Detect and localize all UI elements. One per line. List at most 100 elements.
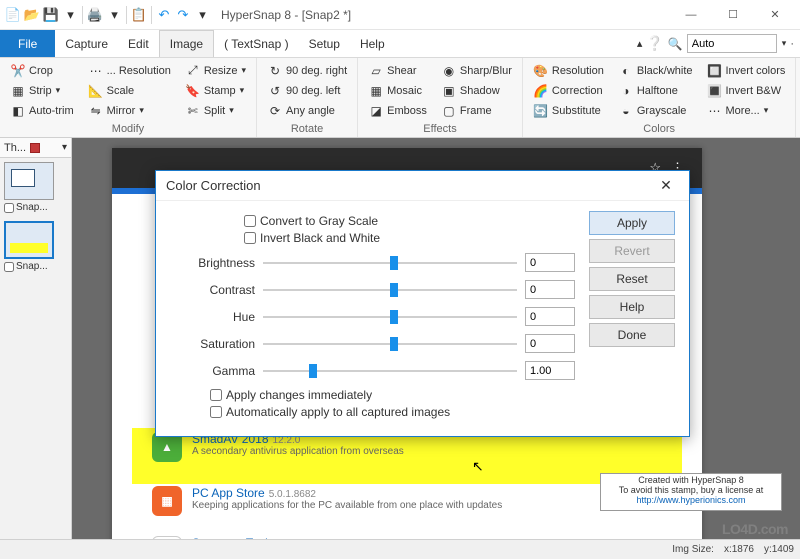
thumbnail-item[interactable]: Snap... — [4, 221, 67, 272]
close-button[interactable]: ✕ — [754, 1, 796, 29]
menu-edit[interactable]: Edit — [118, 30, 159, 57]
rotate-left-button[interactable]: ↺90 deg. left — [263, 81, 351, 100]
copy-icon[interactable]: 📋 — [130, 6, 148, 24]
minimize-button[interactable]: — — [670, 1, 712, 29]
crop-icon: ✂️ — [10, 63, 26, 79]
thumbnail-item[interactable]: Snap... — [4, 162, 67, 213]
hue-slider[interactable] — [263, 308, 517, 326]
new-icon[interactable]: 📄 — [4, 6, 22, 24]
menu-file[interactable]: File — [0, 30, 55, 57]
save-icon[interactable]: 💾 — [42, 6, 60, 24]
dialog-title: Color Correction — [166, 178, 261, 193]
stamp-button[interactable]: 🔖Stamp▾ — [181, 81, 250, 100]
contrast-slider[interactable] — [263, 281, 517, 299]
frame-icon: ▢ — [441, 103, 457, 119]
search-icon[interactable]: 🔍 — [668, 37, 683, 51]
shadow-button[interactable]: ▣Shadow — [437, 81, 516, 100]
invert-button[interactable]: 🔲Invert colors — [703, 61, 790, 80]
correction-button[interactable]: 🌈Correction — [529, 81, 608, 100]
done-button[interactable]: Done — [589, 323, 675, 347]
more-icon: ⋯ — [707, 103, 723, 119]
help-icon[interactable]: ❔ — [646, 35, 663, 52]
saturation-slider[interactable] — [263, 335, 517, 353]
apply-immediately-checkbox[interactable]: Apply changes immediately — [210, 388, 575, 402]
gamma-input[interactable] — [525, 361, 575, 380]
menu-image[interactable]: Image — [159, 30, 214, 57]
dialog-close-button[interactable]: ✕ — [653, 177, 679, 194]
frame-button[interactable]: ▢Frame — [437, 101, 516, 120]
shear-icon: ▱ — [368, 63, 384, 79]
search-input[interactable] — [687, 34, 777, 53]
brightness-input[interactable] — [525, 253, 575, 272]
strip-icon: ▦ — [10, 83, 26, 99]
qat-customize-icon[interactable]: ▾ — [193, 6, 211, 24]
item-desc: Keeping applications for the PC availabl… — [192, 500, 502, 511]
apply-button[interactable]: Apply — [589, 211, 675, 235]
revert-button[interactable]: Revert — [589, 239, 675, 263]
pin-icon[interactable] — [30, 143, 40, 153]
invert-icon: 🔲 — [707, 63, 723, 79]
menu-help[interactable]: Help — [350, 30, 395, 57]
thumb-checkbox[interactable] — [4, 203, 14, 213]
apply-all-checkbox[interactable]: Automatically apply to all captured imag… — [210, 405, 575, 419]
stamp-icon: 🔖 — [185, 83, 201, 99]
convert-gray-checkbox[interactable]: Convert to Gray Scale — [244, 214, 575, 228]
help-button[interactable]: Help — [589, 295, 675, 319]
hue-input[interactable] — [525, 307, 575, 326]
save-dropdown-icon[interactable]: ▾ — [61, 6, 79, 24]
saturation-input[interactable] — [525, 334, 575, 353]
resolution-button[interactable]: ⋯... Resolution — [84, 61, 175, 80]
shear-button[interactable]: ▱Shear — [364, 61, 431, 80]
resize-button[interactable]: ⤢Resize▾ — [181, 61, 250, 80]
sharpblur-button[interactable]: ◉Sharp/Blur — [437, 61, 516, 80]
print-dropdown-icon[interactable]: ▾ — [105, 6, 123, 24]
halftone-button[interactable]: ◑Halftone — [614, 81, 697, 100]
redo-icon[interactable]: ↷ — [174, 6, 192, 24]
menu-capture[interactable]: Capture — [55, 30, 118, 57]
scale-button[interactable]: 📐Scale — [84, 81, 175, 100]
substitute-button[interactable]: 🔄Substitute — [529, 101, 608, 120]
contrast-input[interactable] — [525, 280, 575, 299]
menu-setup[interactable]: Setup — [299, 30, 350, 57]
open-icon[interactable]: 📂 — [23, 6, 41, 24]
more-button[interactable]: ⋯More...▾ — [703, 101, 790, 120]
emboss-button[interactable]: ◪Emboss — [364, 101, 431, 120]
status-y: y:1409 — [764, 544, 794, 555]
thumb-checkbox[interactable] — [4, 262, 14, 272]
rotate-any-button[interactable]: ⟳Any angle — [263, 101, 351, 120]
rotate-right-button[interactable]: ↻90 deg. right — [263, 61, 351, 80]
color-resolution-button[interactable]: 🎨Resolution — [529, 61, 608, 80]
print-icon[interactable]: 🖨️ — [86, 6, 104, 24]
menu-textsnap[interactable]: ( TextSnap ) — [214, 30, 298, 57]
strip-button[interactable]: ▦Strip▾ — [6, 81, 78, 100]
search-dropdown-icon[interactable]: ▾ — [781, 38, 787, 49]
substitute-icon: 🔄 — [533, 103, 549, 119]
gamma-slider[interactable] — [263, 362, 517, 380]
minimize-ribbon-icon[interactable]: ▴ — [637, 37, 643, 50]
crop-button[interactable]: ✂️Crop — [6, 61, 78, 80]
resolution-dots-icon: ⋯ — [88, 63, 104, 79]
invert-bw-checkbox[interactable]: Invert Black and White — [244, 231, 575, 245]
split-button[interactable]: ✄Split▾ — [181, 101, 250, 120]
undo-icon[interactable]: ↶ — [155, 6, 173, 24]
search-go-icon[interactable]: · — [790, 38, 794, 50]
mosaic-button[interactable]: ▦Mosaic — [364, 81, 431, 100]
item-title: Samsung Tool — [192, 536, 268, 539]
window-title: HyperSnap 8 - [Snap2 *] — [221, 8, 351, 22]
invertbw-button[interactable]: 🔳Invert B&W — [703, 81, 790, 100]
grayscale-icon: ◒ — [618, 103, 634, 119]
grayscale-button[interactable]: ◒Grayscale — [614, 101, 697, 120]
dialog-titlebar[interactable]: Color Correction ✕ — [156, 171, 689, 201]
maximize-button[interactable]: ☐ — [712, 1, 754, 29]
mirror-icon: ⇋ — [88, 103, 104, 119]
blackwhite-button[interactable]: ◐Black/white — [614, 61, 697, 80]
pane-dropdown-icon[interactable]: ▾ — [62, 142, 67, 153]
autotrim-button[interactable]: ◧Auto-trim — [6, 101, 78, 120]
reset-button[interactable]: Reset — [589, 267, 675, 291]
gamma-row: Gamma — [170, 361, 575, 380]
pane-header[interactable]: Th... ▾ — [0, 138, 71, 158]
qat-separator — [126, 6, 127, 24]
mirror-button[interactable]: ⇋Mirror▾ — [84, 101, 175, 120]
brightness-slider[interactable] — [263, 254, 517, 272]
ribbon-group-colors: 🎨Resolution 🌈Correction 🔄Substitute ◐Bla… — [523, 58, 797, 137]
